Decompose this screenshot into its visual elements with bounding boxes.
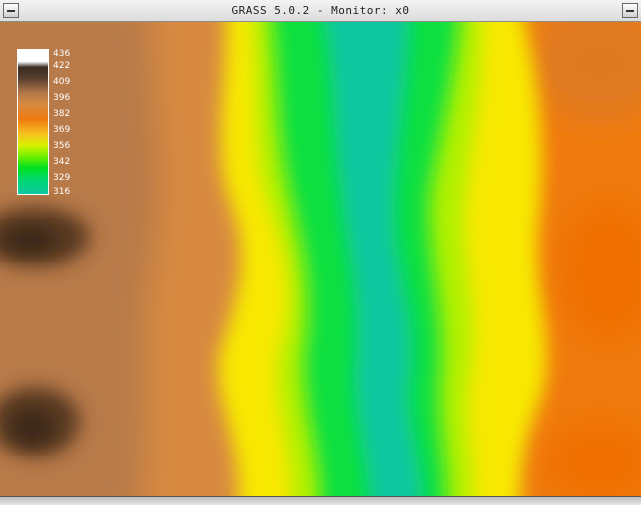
legend-label: 422 xyxy=(53,61,71,71)
minimize-button[interactable] xyxy=(622,3,638,18)
legend-label: 396 xyxy=(53,93,71,103)
minimize-icon xyxy=(626,10,634,12)
raster-map-canvas[interactable]: 436 422 409 396 382 369 356 342 329 316 xyxy=(0,22,641,496)
window-bottom-border[interactable] xyxy=(0,496,641,505)
legend-label: 356 xyxy=(53,141,71,151)
color-legend: 436 422 409 396 382 369 356 342 329 316 xyxy=(17,49,79,197)
legend-color-bar xyxy=(17,49,49,195)
legend-label: 369 xyxy=(53,125,71,135)
legend-label: 342 xyxy=(53,157,71,167)
elevation-raster xyxy=(0,22,641,496)
legend-label: 329 xyxy=(53,173,71,183)
legend-label: 382 xyxy=(53,109,71,119)
window-title: GRASS 5.0.2 - Monitor: x0 xyxy=(231,4,410,17)
legend-label: 409 xyxy=(53,77,71,87)
grass-monitor-window: GRASS 5.0.2 - Monitor: x0 436 422 409 39… xyxy=(0,0,641,505)
legend-label: 316 xyxy=(53,187,71,197)
title-bar[interactable]: GRASS 5.0.2 - Monitor: x0 xyxy=(0,0,641,22)
legend-label: 436 xyxy=(53,49,71,59)
